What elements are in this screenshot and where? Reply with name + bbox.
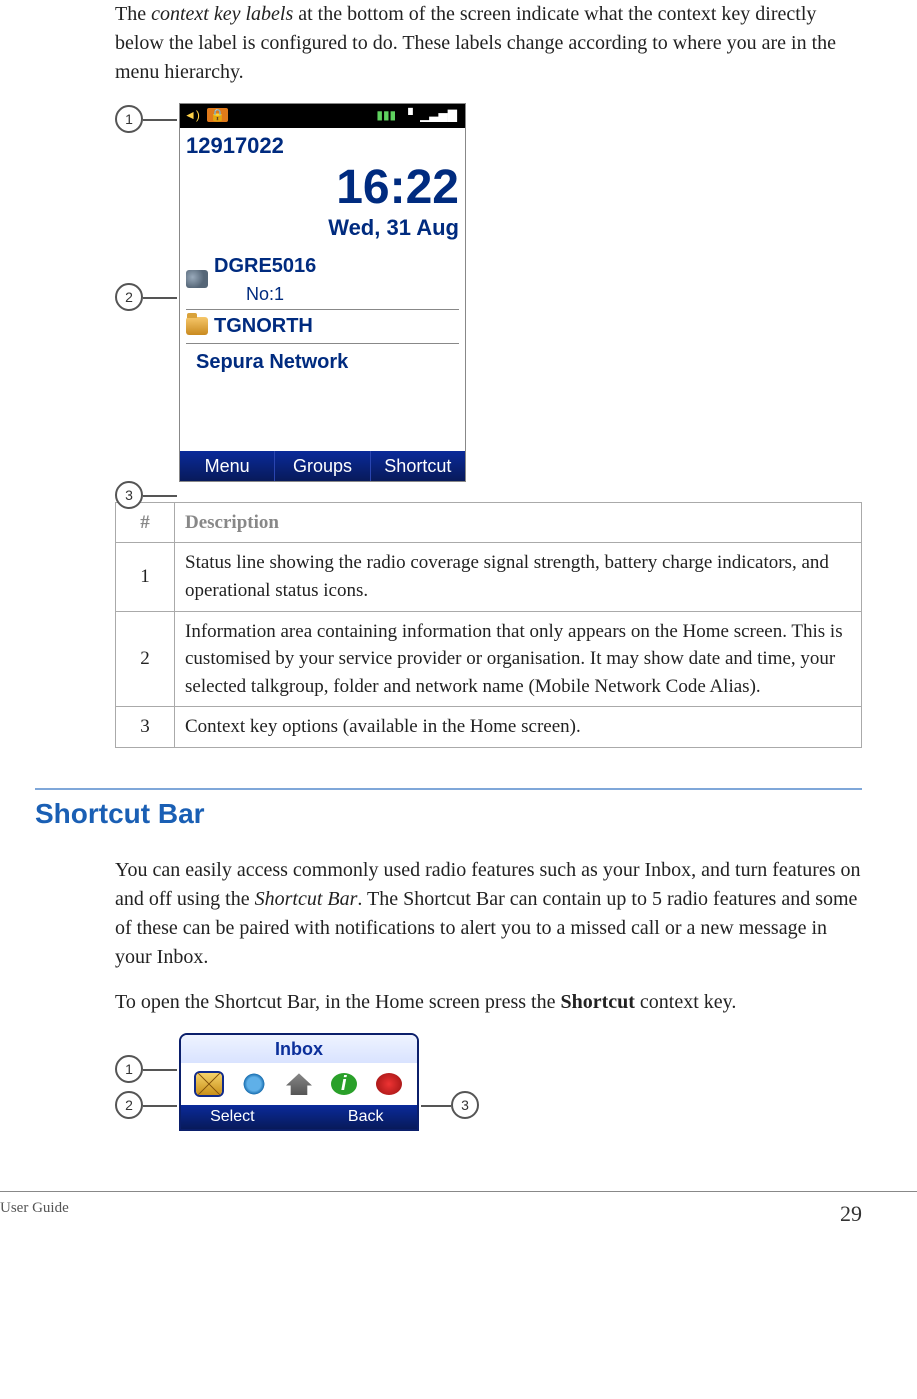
shortcut-home-icon[interactable] <box>286 1073 312 1095</box>
shortcut-bar-figure: 1 2 Inbox Select Back 3 <box>115 1033 862 1131</box>
callout-2: 2 <box>115 283 143 311</box>
table-row: 1 Status line showing the radio coverage… <box>116 543 862 611</box>
table-row: 2 Information area containing informatio… <box>116 611 862 707</box>
phone-talkgroup-no: No:1 <box>246 281 316 307</box>
group-icon <box>186 270 208 288</box>
shortcut-callout-3: 3 <box>451 1091 479 1119</box>
softkey-shortcut[interactable]: Shortcut <box>371 451 465 481</box>
phone-screenshot: ◄) 🔒 ▮▮▮ ▝ ▁▃▅▇ 12917022 16:22 Wed, 31 A… <box>179 103 466 482</box>
shortcut-softkey-back[interactable]: Back <box>314 1105 417 1129</box>
phone-time: 16:22 <box>186 164 459 212</box>
shortcut-presence-icon[interactable] <box>241 1073 267 1095</box>
table-head-desc: Description <box>175 502 862 543</box>
home-screen-figure: 1 2 3 ◄) 🔒 ▮▮▮ ▝ ▁▃▅▇ 12917022 16:22 Wed… <box>115 103 862 482</box>
softkey-menu[interactable]: Menu <box>180 451 275 481</box>
folder-icon <box>186 317 208 335</box>
phone-folder: TGNORTH <box>214 312 313 341</box>
intro-paragraph: The context key labels at the bottom of … <box>115 0 862 87</box>
shortcut-intro-paragraph: You can easily access commonly used radi… <box>115 856 862 972</box>
phone-talkgroup: DGRE5016 <box>214 255 316 277</box>
shortcut-title: Inbox <box>181 1035 417 1063</box>
phone-talkgroup-row: DGRE5016 No:1 <box>186 250 459 309</box>
shortcut-alert-icon[interactable] <box>376 1073 402 1095</box>
shortcut-bar-heading: Shortcut Bar <box>35 794 862 835</box>
table-row: 3 Context key options (available in the … <box>116 707 862 748</box>
section-divider <box>35 788 862 790</box>
phone-softkey-bar: Menu Groups Shortcut <box>180 451 465 481</box>
shortcut-icon-row <box>181 1063 417 1105</box>
antenna-icon: ▝ <box>404 108 413 122</box>
footer-page-number: 29 <box>840 1198 862 1230</box>
phone-folder-row: TGNORTH <box>186 309 459 344</box>
callout-1: 1 <box>115 105 143 133</box>
shortcut-callout-1: 1 <box>115 1055 143 1083</box>
battery-icon: ▮▮▮ <box>376 108 396 122</box>
footer-divider <box>0 1191 917 1192</box>
shortcut-softkey-select[interactable]: Select <box>181 1105 284 1129</box>
shortcut-inbox-icon[interactable] <box>196 1073 222 1095</box>
phone-status-bar: ◄) 🔒 ▮▮▮ ▝ ▁▃▅▇ <box>180 104 465 128</box>
phone-date: Wed, 31 Aug <box>186 212 459 244</box>
shortcut-bar-screenshot: Inbox Select Back <box>179 1033 419 1131</box>
softkey-groups[interactable]: Groups <box>275 451 370 481</box>
shortcut-softkey-bar: Select Back <box>181 1105 417 1129</box>
phone-issi: 12917022 <box>186 130 459 162</box>
callout-description-table: # Description 1 Status line showing the … <box>115 502 862 748</box>
shortcut-callout-2: 2 <box>115 1091 143 1119</box>
page-footer: User Guide 29 <box>0 1198 882 1244</box>
status-speaker-icon: ◄) <box>184 108 200 122</box>
footer-left: User Guide <box>0 1198 69 1230</box>
signal-icon: ▁▃▅▇ <box>420 108 457 122</box>
status-lock-icon: 🔒 <box>207 108 228 122</box>
shortcut-open-paragraph: To open the Shortcut Bar, in the Home sc… <box>115 988 862 1017</box>
phone-network: Sepura Network <box>186 344 459 447</box>
shortcut-info-icon[interactable] <box>331 1073 357 1095</box>
callout-3: 3 <box>115 481 143 509</box>
